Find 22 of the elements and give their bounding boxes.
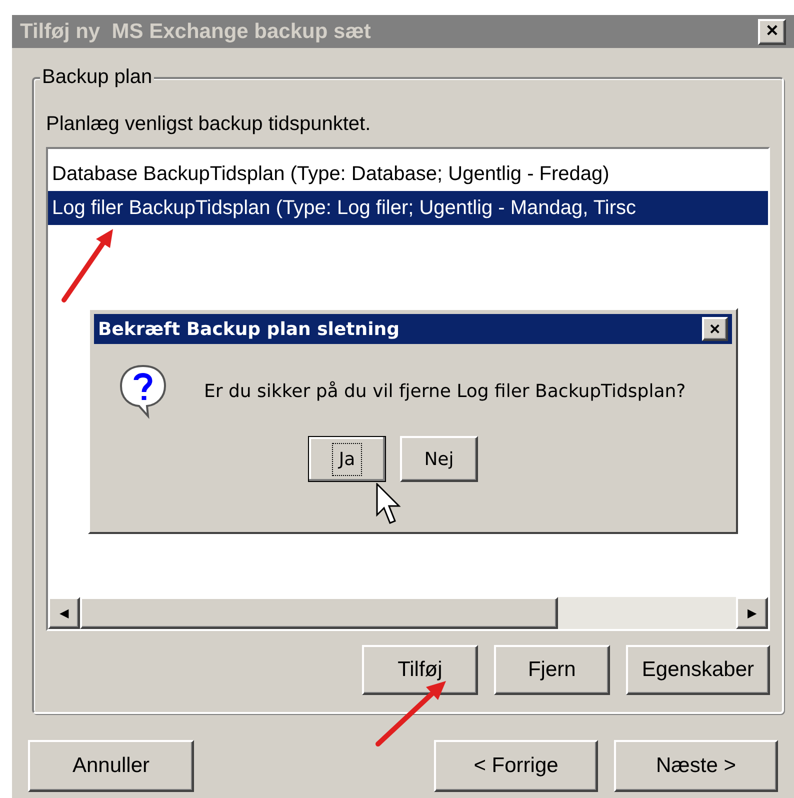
dialog-title: Bekræft Backup plan sletning — [98, 318, 400, 342]
horizontal-scrollbar[interactable]: ◀ ▶ — [48, 597, 768, 629]
scroll-right-button[interactable]: ▶ — [736, 597, 768, 629]
dialog-button[interactable]: Nej — [400, 436, 478, 482]
dialog-button[interactable]: Ja — [308, 436, 386, 482]
nav-button[interactable]: < Forrige — [434, 740, 598, 792]
dialog-message: Er du sikker på du vil fjerne Log filer BackupTidsplan? — [204, 380, 686, 404]
nav-button[interactable]: Annuller — [28, 740, 194, 792]
window-title: Tilføj ny MS Exchange backup sæt — [20, 18, 371, 45]
scrollbar-thumb[interactable] — [80, 597, 558, 629]
schedule-item[interactable]: Log filer BackupTidsplan (Type: Log filer; Ugentlig - Mandag, Tirsc — [48, 191, 768, 225]
close-button[interactable]: ✕ — [702, 317, 728, 341]
list-action-button[interactable]: Tilføj — [362, 645, 478, 695]
instruction-text: Planlæg venligst backup tidspunktet. — [46, 112, 372, 137]
list-action-button[interactable]: Egenskaber — [626, 645, 770, 695]
mouse-pointer-icon — [376, 483, 402, 525]
schedule-item[interactable]: Database BackupTidsplan (Type: Database; Ugentlig - Fredag) — [48, 157, 768, 191]
close-button[interactable]: ✕ — [758, 18, 786, 44]
question-bubble-icon — [118, 362, 168, 420]
list-action-button[interactable]: Fjern — [494, 645, 610, 695]
scroll-left-button[interactable]: ◀ — [48, 597, 80, 629]
nav-button[interactable]: Næste > — [614, 740, 778, 792]
